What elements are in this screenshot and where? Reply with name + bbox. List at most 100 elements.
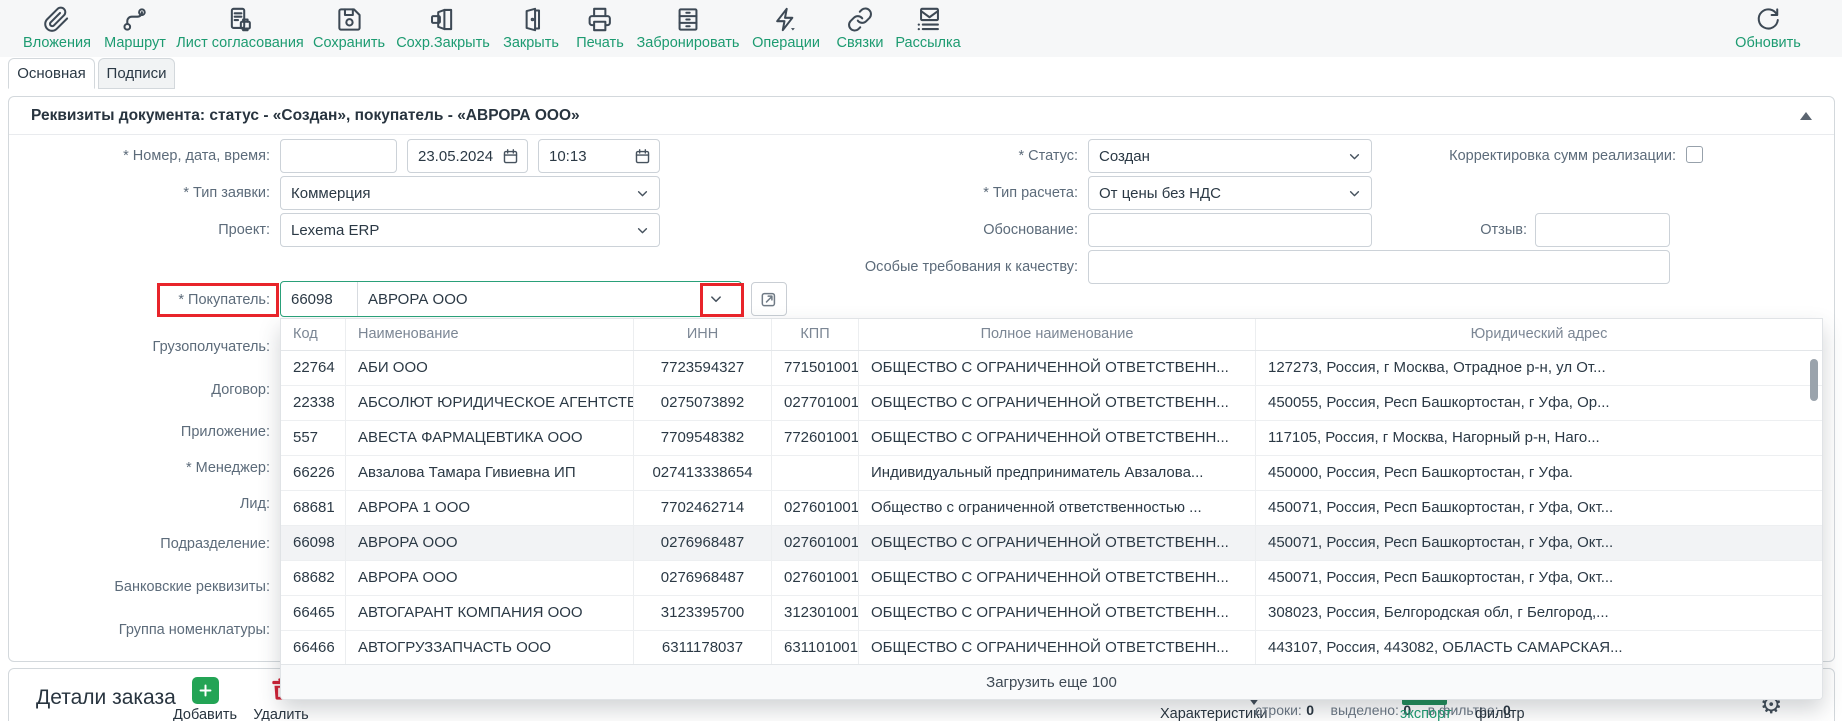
status-select[interactable]: Создан bbox=[1088, 139, 1372, 173]
cell-kpp: 027601001 bbox=[772, 561, 859, 595]
buyer-label: * Покупатель: bbox=[178, 292, 270, 309]
table-row[interactable]: 66465 АВТОГАРАНТ КОМПАНИЯ ООО 3123395700… bbox=[281, 596, 1822, 631]
cell-address: 443107, Россия, 443082, ОБЛАСТЬ САМАРСКА… bbox=[1256, 631, 1822, 665]
reserve-button[interactable]: Забронировать bbox=[637, 6, 740, 52]
table-row[interactable]: 22764 АБИ ООО 7723594327 771501001 ОБЩЕС… bbox=[281, 351, 1822, 386]
dropdown-scrollbar[interactable] bbox=[1810, 359, 1818, 401]
filter-button[interactable]: фильтр bbox=[1475, 706, 1525, 721]
justification-input[interactable] bbox=[1088, 213, 1372, 247]
characteristics-button[interactable]: Характеристики bbox=[1160, 706, 1268, 721]
close-button[interactable]: Закрыть bbox=[503, 6, 559, 52]
toolbar-item-label: Сохр.Закрыть bbox=[396, 35, 490, 52]
cell-name: АВТОГАРАНТ КОМПАНИЯ ООО bbox=[346, 596, 634, 630]
justification-label: Обоснование: bbox=[983, 222, 1078, 239]
correction-checkbox[interactable] bbox=[1686, 146, 1703, 163]
mailing-button[interactable]: Рассылка bbox=[895, 6, 960, 52]
cell-name: АБСОЛЮТ ЮРИДИЧЕСКОЕ АГЕНТСТВО ... bbox=[346, 386, 634, 420]
cell-code: 22338 bbox=[281, 386, 346, 420]
tab-main[interactable]: Основная bbox=[8, 58, 95, 89]
cell-code: 557 bbox=[281, 421, 346, 455]
add-row-button[interactable] bbox=[192, 677, 219, 704]
lexema-erp-window: Вложения Маршрут Лист согласования Сохра… bbox=[0, 0, 1842, 721]
number-input[interactable] bbox=[280, 139, 397, 173]
approval-sheet-button[interactable]: Лист согласования bbox=[176, 6, 304, 52]
table-row[interactable]: 557 АВЕСТА ФАРМАЦЕВТИКА ООО 7709548382 7… bbox=[281, 421, 1822, 456]
buyer-name-value: АВРОРА ООО bbox=[358, 291, 707, 308]
column-header-fullname[interactable]: Полное наименование bbox=[859, 319, 1256, 350]
table-row[interactable]: 68682 АВРОРА ООО 0276968487 027601001 ОБ… bbox=[281, 561, 1822, 596]
printer-icon bbox=[586, 6, 613, 33]
open-reference-button[interactable] bbox=[751, 282, 787, 316]
table-row-selected[interactable]: 66098 АВРОРА ООО 0276968487 027601001 ОБ… bbox=[281, 526, 1822, 561]
date-input[interactable]: 23.05.2024 bbox=[407, 139, 528, 173]
cell-code: 68682 bbox=[281, 561, 346, 595]
manager-label: * Менеджер: bbox=[186, 460, 270, 477]
project-value: Lexema ERP bbox=[291, 222, 379, 239]
save-close-icon bbox=[429, 6, 456, 33]
cell-kpp: 027601001 bbox=[772, 491, 859, 525]
buyer-code-value: 66098 bbox=[281, 291, 357, 308]
calc-type-label: * Тип расчета: bbox=[983, 185, 1078, 202]
save-close-button[interactable]: Сохр.Закрыть bbox=[396, 6, 490, 52]
toolbar-item-label: Лист согласования bbox=[176, 35, 304, 52]
time-input[interactable]: 10:13 bbox=[538, 139, 660, 173]
print-button[interactable]: Печать bbox=[576, 6, 624, 52]
cell-address: 450055, Россия, Респ Башкортостан, г Уфа… bbox=[1256, 386, 1822, 420]
chevron-down-icon bbox=[634, 185, 651, 202]
paperclip-icon bbox=[43, 6, 70, 33]
table-row[interactable]: 66466 АВТОГРУЗЗАПЧАСТЬ ООО 6311178037 63… bbox=[281, 631, 1822, 666]
route-button[interactable]: Маршрут bbox=[104, 6, 166, 52]
panel-title: Реквизиты документа: статус - «Создан», … bbox=[31, 107, 580, 125]
calendar-icon bbox=[502, 148, 519, 165]
calc-type-value: От цены без НДС bbox=[1099, 185, 1221, 202]
cell-address: 450071, Россия, Респ Башкортостан, г Уфа… bbox=[1256, 561, 1822, 595]
cell-code: 66465 bbox=[281, 596, 346, 630]
department-label: Подразделение: bbox=[160, 536, 270, 553]
chevron-down-icon bbox=[1346, 185, 1363, 202]
operations-button[interactable]: Операции bbox=[752, 6, 820, 52]
cell-kpp bbox=[772, 456, 859, 490]
cell-name: АВТОГРУЗЗАПЧАСТЬ ООО bbox=[346, 631, 634, 665]
table-row[interactable]: 22338 АБСОЛЮТ ЮРИДИЧЕСКОЕ АГЕНТСТВО ... … bbox=[281, 386, 1822, 421]
column-header-address[interactable]: Юридический адрес bbox=[1256, 319, 1822, 350]
column-header-code[interactable]: Код bbox=[281, 319, 346, 350]
refresh-button[interactable]: Обновить bbox=[1735, 6, 1801, 52]
cell-kpp: 312301001 bbox=[772, 596, 859, 630]
table-row[interactable]: 68681 АВРОРА 1 ООО 7702462714 027601001 … bbox=[281, 491, 1822, 526]
cell-code: 68681 bbox=[281, 491, 346, 525]
special-requirements-label: Особые требования к качеству: bbox=[865, 259, 1078, 276]
bank-details-label: Банковские реквизиты: bbox=[114, 579, 270, 596]
links-button[interactable]: Связки bbox=[837, 6, 884, 52]
cell-inn: 7702462714 bbox=[634, 491, 772, 525]
cell-fullname: ОБЩЕСТВО С ОГРАНИЧЕННОЙ ОТВЕТСТВЕНН... bbox=[859, 596, 1256, 630]
chevron-down-icon[interactable] bbox=[707, 290, 725, 308]
save-button[interactable]: Сохранить bbox=[313, 6, 385, 52]
buyer-combo-input[interactable]: 66098 АВРОРА ООО bbox=[280, 281, 742, 317]
cell-address: 450071, Россия, Респ Башкортостан, г Уфа… bbox=[1256, 526, 1822, 560]
export-button[interactable]: экспорт bbox=[1400, 706, 1451, 721]
cell-name: АБИ ООО bbox=[346, 351, 634, 385]
cell-code: 66098 bbox=[281, 526, 346, 560]
table-row[interactable]: 66226 Авзалова Тамара Гивиевна ИП 027413… bbox=[281, 456, 1822, 491]
column-header-inn[interactable]: ИНН bbox=[634, 319, 772, 350]
attachments-button[interactable]: Вложения bbox=[23, 6, 91, 52]
export-label: экспорт bbox=[1400, 706, 1451, 721]
project-select[interactable]: Lexema ERP bbox=[280, 213, 660, 247]
save-icon bbox=[336, 6, 363, 33]
correction-label: Корректировка сумм реализации: bbox=[1449, 148, 1676, 165]
load-more-button[interactable]: Загрузить еще 100 bbox=[281, 664, 1822, 699]
calc-type-select[interactable]: От цены без НДС bbox=[1088, 176, 1372, 210]
toolbar-item-label: Вложения bbox=[23, 35, 91, 52]
tab-signatures[interactable]: Подписи bbox=[98, 58, 175, 89]
special-requirements-input[interactable] bbox=[1088, 250, 1670, 284]
panel-separator bbox=[9, 134, 1834, 135]
cell-kpp: 771501001 bbox=[772, 351, 859, 385]
collapse-panel-icon[interactable] bbox=[1800, 112, 1812, 120]
request-type-select[interactable]: Коммерция bbox=[280, 176, 660, 210]
review-input[interactable] bbox=[1535, 213, 1670, 247]
column-header-kpp[interactable]: КПП bbox=[772, 319, 859, 350]
toolbar-item-label: Обновить bbox=[1735, 35, 1801, 52]
chevron-down-icon bbox=[634, 222, 651, 239]
cell-address: 308023, Россия, Белгородская обл, г Белг… bbox=[1256, 596, 1822, 630]
column-header-name[interactable]: Наименование bbox=[346, 319, 634, 350]
